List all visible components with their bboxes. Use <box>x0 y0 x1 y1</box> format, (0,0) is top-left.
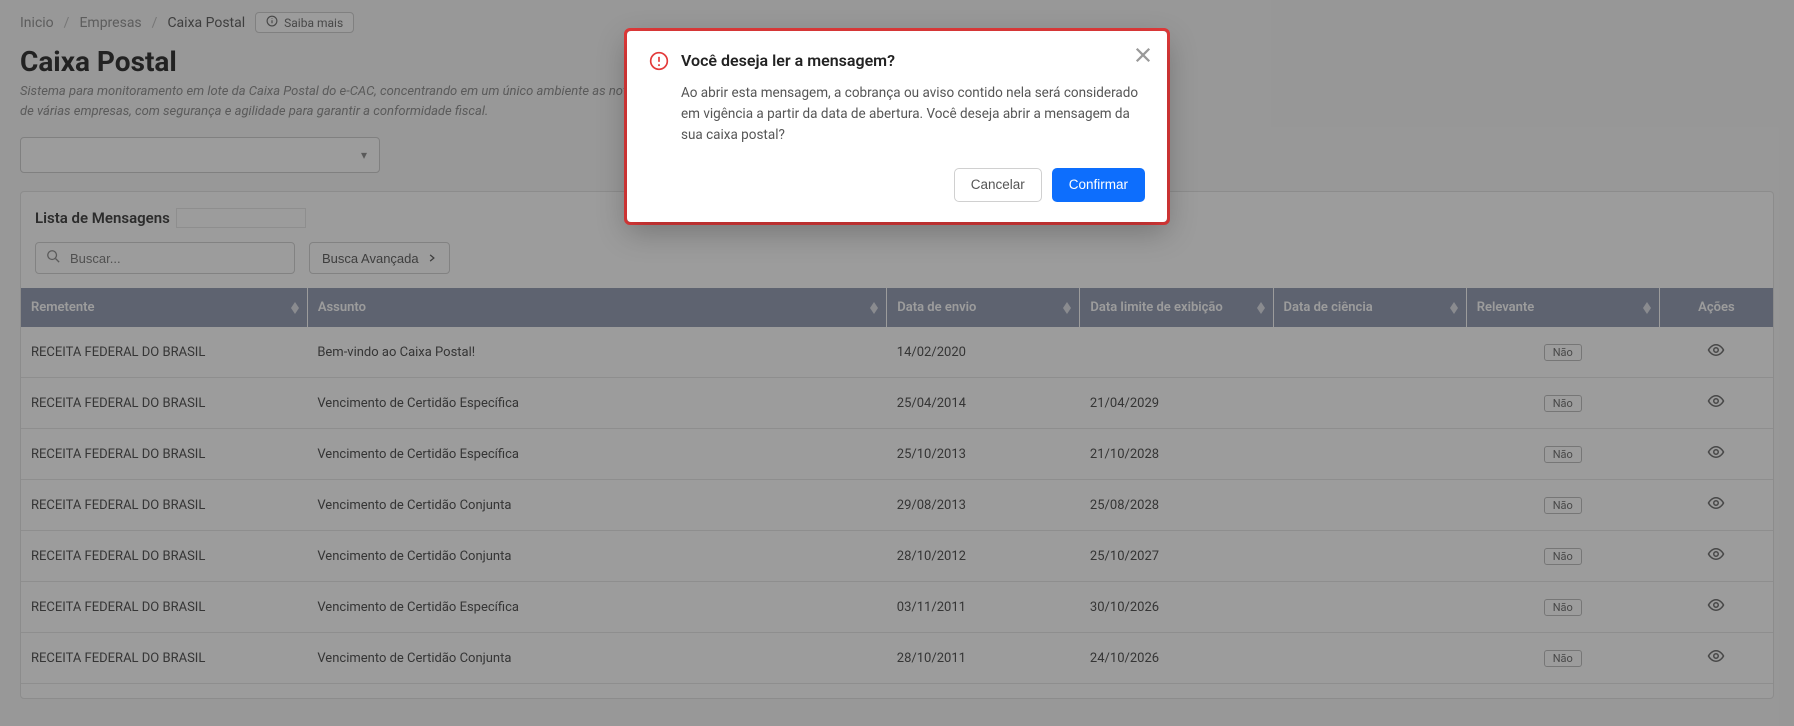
modal-title: Você deseja ler a mensagem? <box>681 51 895 70</box>
close-icon <box>1133 53 1153 69</box>
modal-close-button[interactable] <box>1133 45 1153 65</box>
confirm-button[interactable]: Confirmar <box>1052 168 1145 202</box>
modal-overlay: Você deseja ler a mensagem? Ao abrir est… <box>0 0 1794 726</box>
modal-body: Ao abrir esta mensagem, a cobrança ou av… <box>649 83 1145 146</box>
modal-highlight: Você deseja ler a mensagem? Ao abrir est… <box>624 28 1170 225</box>
cancel-button[interactable]: Cancelar <box>954 168 1042 202</box>
warning-icon <box>649 51 669 75</box>
confirm-read-modal: Você deseja ler a mensagem? Ao abrir est… <box>627 31 1167 222</box>
